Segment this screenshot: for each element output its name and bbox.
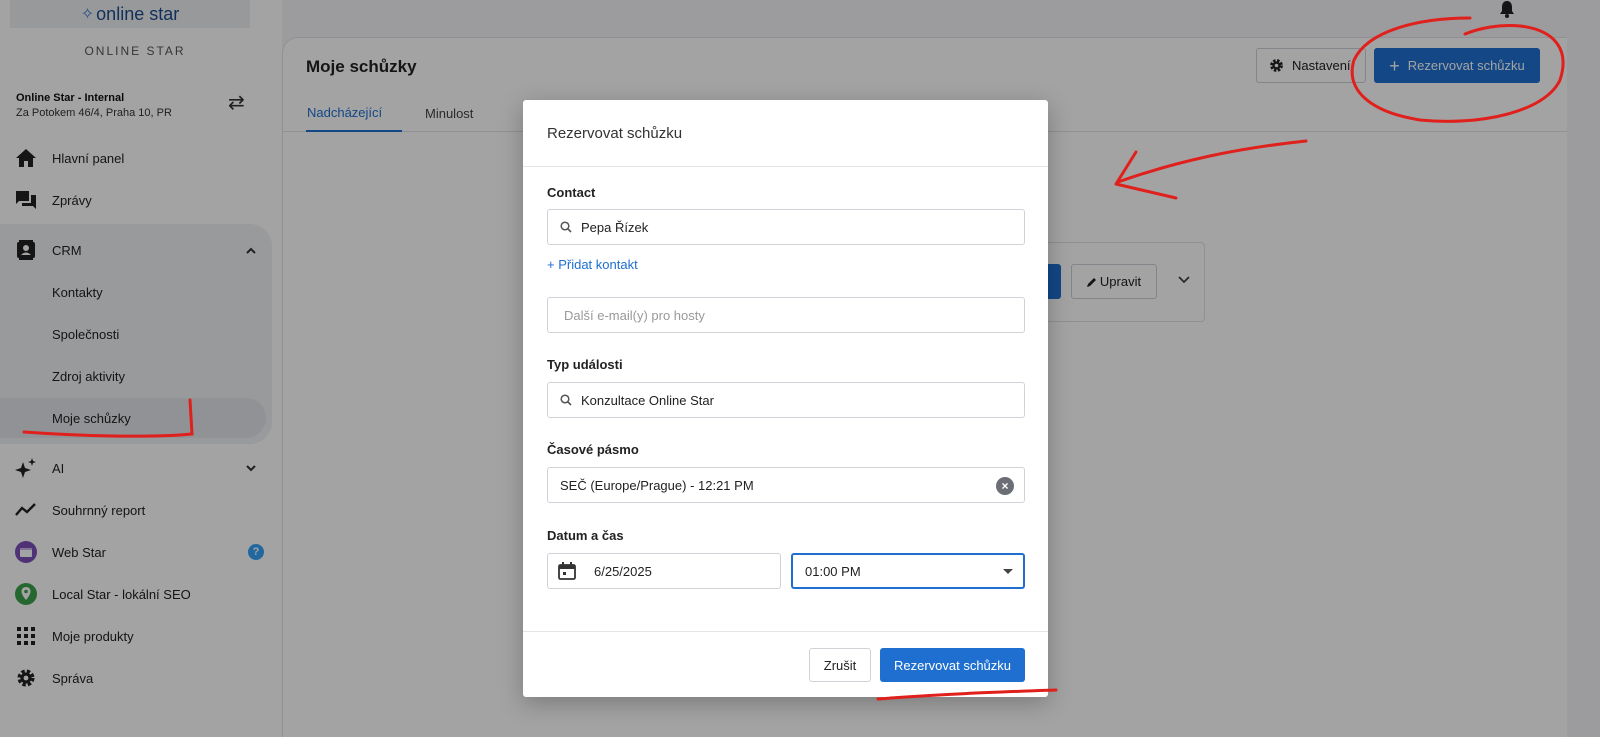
timezone-value: SEČ (Europe/Prague) - 12:21 PM <box>560 477 754 493</box>
timezone-select[interactable]: SEČ (Europe/Prague) - 12:21 PM × <box>547 467 1025 503</box>
time-value: 01:00 PM <box>805 563 861 579</box>
calendar-icon <box>558 562 576 580</box>
dialog-title: Rezervovat schůzku <box>547 125 683 142</box>
search-icon <box>560 221 572 233</box>
clear-icon[interactable]: × <box>996 477 1014 495</box>
time-select[interactable]: 01:00 PM <box>791 553 1025 589</box>
cancel-button[interactable]: Zrušit <box>809 648 871 682</box>
add-contact-link[interactable]: + Přidat kontakt <box>547 257 638 272</box>
event-type-input[interactable]: Konzultace Online Star <box>547 382 1025 418</box>
timezone-label: Časové pásmo <box>547 442 639 457</box>
submit-book-button[interactable]: Rezervovat schůzku <box>880 648 1025 682</box>
search-icon <box>560 394 572 406</box>
divider <box>523 166 1048 167</box>
contact-search-input[interactable]: Pepa Řízek <box>547 209 1025 245</box>
book-meeting-dialog: Rezervovat schůzku Contact Pepa Řízek + … <box>523 100 1048 697</box>
guest-emails-input[interactable]: Další e-mail(y) pro hosty <box>547 297 1025 333</box>
guest-emails-placeholder: Další e-mail(y) pro hosty <box>564 307 705 323</box>
contact-value: Pepa Řízek <box>581 219 649 235</box>
event-type-label: Typ události <box>547 357 623 372</box>
date-value: 6/25/2025 <box>594 563 652 579</box>
divider <box>523 631 1048 632</box>
caret-down-icon <box>1003 569 1013 574</box>
datetime-label: Datum a čas <box>547 528 624 543</box>
date-input[interactable]: 6/25/2025 <box>547 553 781 589</box>
event-type-value: Konzultace Online Star <box>581 392 714 408</box>
contact-label: Contact <box>547 185 596 200</box>
